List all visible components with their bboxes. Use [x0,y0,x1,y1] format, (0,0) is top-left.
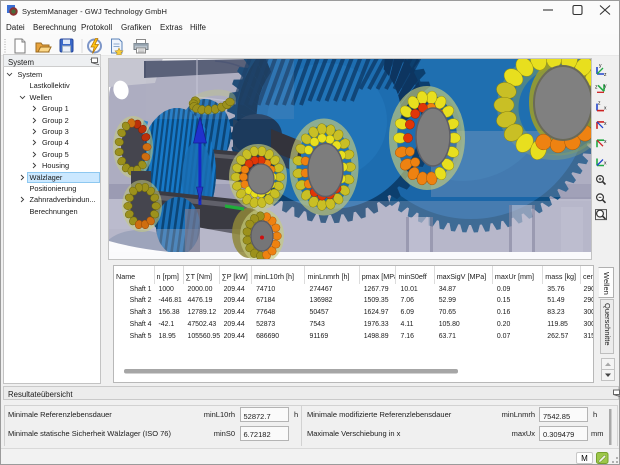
svg-text:y: y [599,63,602,69]
svg-text:z: z [604,72,607,78]
svg-text:z: z [595,84,598,90]
svg-text:z: z [598,101,601,107]
svg-text:x: x [604,139,607,145]
svg-text:x: x [604,106,607,112]
svg-text:x: x [604,121,607,127]
svg-text:y: y [604,83,607,89]
svg-text:x: x [604,161,607,167]
